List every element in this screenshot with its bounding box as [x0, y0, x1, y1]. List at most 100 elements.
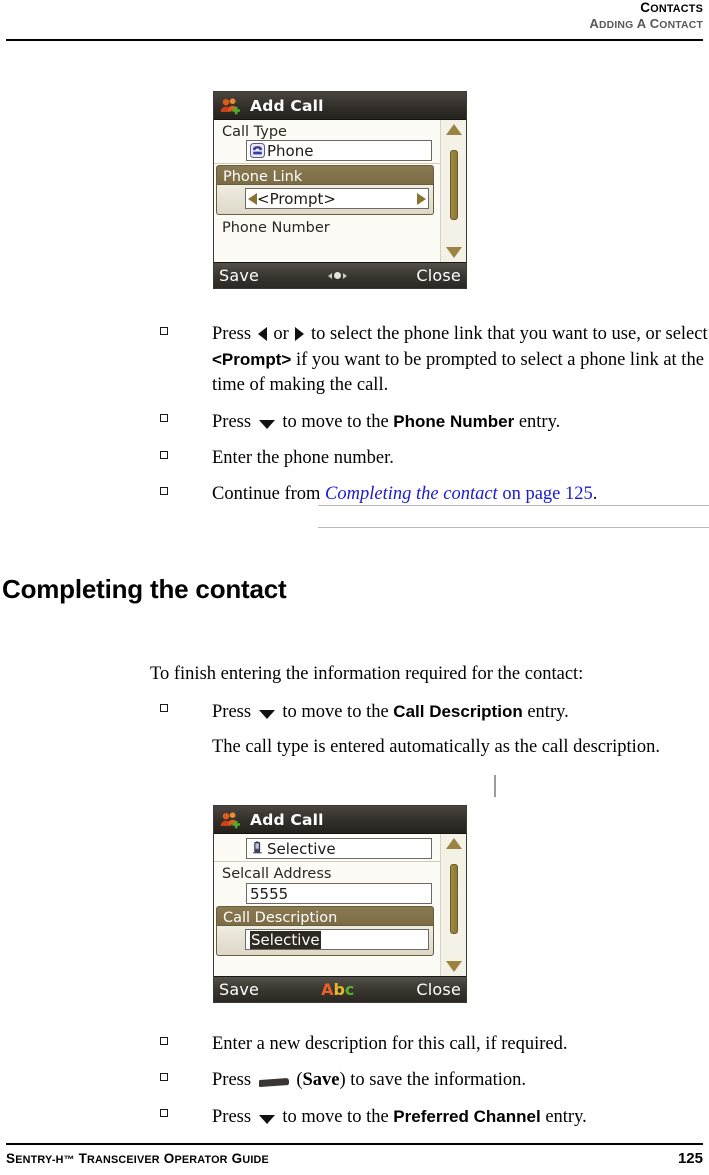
spinner-left-arrow-icon[interactable] — [248, 193, 257, 205]
list-item: Press to move to the Preferred Channel e… — [150, 1104, 709, 1130]
note-paragraph: The call type is entered automatically a… — [212, 737, 660, 757]
telephone-icon — [250, 143, 265, 158]
bullet-list-final-steps: Enter a new description for this call, i… — [150, 1032, 709, 1130]
bullet-square-icon — [160, 1037, 168, 1045]
page-footer: SENTRY-H™ TRANSCEIVER OPERATOR GUIDE 125 — [0, 1143, 709, 1175]
list-item: Press to move to the Phone Number entry. — [150, 409, 709, 435]
device-title-bar: Add Call — [214, 806, 466, 834]
device-field-list: Call Type Phone Phone Link <Prompt> Phon… — [214, 120, 440, 236]
softkey-close[interactable]: Close — [416, 266, 461, 285]
divider-rule-lower — [318, 527, 709, 528]
header-section-title-text: ADDING A CONTACT — [589, 16, 703, 31]
footer-guide-title: SENTRY-H™ TRANSCEIVER OPERATOR GUIDE — [6, 1151, 269, 1166]
field-separator — [214, 861, 440, 862]
device-softkey-bar: Save Close — [214, 262, 466, 288]
spinner-right-arrow-icon[interactable] — [417, 193, 426, 205]
field-value-call-type-selective[interactable]: Selective — [246, 838, 432, 859]
list-item-text: Press or to select the phone link that y… — [212, 324, 708, 395]
bullet-square-icon — [160, 451, 168, 459]
field-value-call-description-text: Selective — [250, 930, 321, 949]
field-value-selcall-address-text: 5555 — [250, 884, 289, 903]
ui-term: Phone Number — [393, 412, 515, 431]
bullet-list-phone-link-steps: Press or to select the phone link that y… — [150, 322, 709, 507]
scrollbar-thumb[interactable] — [450, 150, 458, 220]
arrow-right-icon — [295, 326, 305, 341]
device-title-text: Add Call — [250, 810, 324, 829]
softkey-close[interactable]: Close — [416, 980, 461, 999]
arrow-down-icon — [258, 710, 275, 720]
field-label-selcall-address: Selcall Address — [222, 866, 332, 882]
device-scrollbar[interactable] — [440, 120, 466, 262]
device-scrollbar[interactable] — [440, 834, 466, 976]
add-contact-icon — [219, 810, 241, 830]
bullet-square-icon — [160, 1073, 168, 1081]
bullet-square-icon — [160, 1109, 168, 1117]
list-item-text: Press to move to the Preferred Channel e… — [212, 1107, 587, 1127]
field-value-call-type-text: Selective — [267, 839, 336, 858]
add-contact-icon — [219, 96, 241, 116]
field-row-phone-link[interactable]: <Prompt> — [216, 185, 434, 215]
cross-reference-link[interactable]: Completing the contact — [325, 484, 498, 504]
softkey-save[interactable]: Save — [219, 980, 259, 999]
abc-icon: Abc — [321, 980, 355, 999]
arrow-left-icon — [257, 326, 267, 341]
header-rule — [6, 39, 703, 41]
bullet-square-icon — [160, 414, 168, 422]
handset-icon — [250, 841, 265, 856]
list-item: Press (Save) to save the information. — [150, 1068, 709, 1093]
device-body: Call Type Phone Phone Link <Prompt> Phon… — [214, 120, 466, 262]
page-title: Completing the contact — [2, 574, 287, 604]
field-value-phone-link[interactable]: <Prompt> — [245, 188, 429, 209]
softkey-bar-icon — [258, 1078, 289, 1088]
screenshot-add-call-phone-link: Add Call Call Type Phone Phone Link <Pro… — [213, 91, 467, 289]
list-item: Press to move to the Call Description en… — [150, 699, 709, 725]
field-label-call-description: Call Description — [216, 906, 434, 926]
ui-term: Preferred Channel — [393, 1107, 541, 1126]
bullet-square-icon — [160, 327, 168, 335]
page-number: 125 — [677, 1150, 703, 1167]
scroll-down-arrow-icon[interactable] — [446, 961, 462, 972]
field-value-call-type[interactable]: Phone — [246, 140, 432, 161]
field-label-phone-link: Phone Link — [216, 165, 434, 185]
device-softkey-bar: Save Abc Close — [214, 976, 466, 1002]
bullet-list-call-description-step: Press to move to the Call Description en… — [150, 699, 709, 725]
arrow-down-icon — [258, 420, 275, 430]
list-item-text: Enter the phone number. — [212, 448, 394, 468]
divider-rule-upper — [318, 505, 709, 506]
ui-term: Call Description — [393, 702, 523, 721]
list-item-text: Press to move to the Phone Number entry. — [212, 412, 561, 432]
intro-paragraph: To finish entering the information requi… — [150, 664, 584, 684]
arrow-down-icon — [258, 1115, 275, 1125]
list-item: Press or to select the phone link that y… — [150, 322, 709, 398]
softkey-term: Save — [302, 1070, 340, 1090]
scroll-down-arrow-icon[interactable] — [446, 247, 462, 258]
scroll-up-arrow-icon[interactable] — [446, 124, 462, 135]
bullet-square-icon — [160, 704, 168, 712]
list-item-text: Continue from Completing the contact on … — [212, 484, 598, 504]
page-header: CONTACTS ADDING A CONTACT — [0, 0, 709, 42]
field-row-call-description[interactable]: Selective — [216, 926, 434, 956]
scroll-up-arrow-icon[interactable] — [446, 838, 462, 849]
field-value-call-description[interactable]: Selective — [245, 929, 429, 950]
list-item: Enter the phone number. — [150, 446, 709, 471]
device-field-list: Selective Selcall Address 5555 Call Desc… — [214, 834, 440, 956]
field-label-call-type: Call Type — [222, 124, 287, 140]
device-title-bar: Add Call — [214, 92, 466, 120]
header-section-title: ADDING A CONTACT — [589, 16, 703, 31]
list-item-text: Press to move to the Call Description en… — [212, 702, 569, 722]
footer-rule — [6, 1143, 703, 1145]
field-value-selcall-address[interactable]: 5555 — [246, 883, 432, 904]
nav-dots-icon — [328, 272, 348, 279]
softkey-save[interactable]: Save — [219, 266, 259, 285]
field-separator — [214, 163, 440, 164]
footer-guide-title-text: SENTRY-H™ TRANSCEIVER OPERATOR GUIDE — [6, 1151, 269, 1166]
change-bar — [494, 775, 496, 797]
list-item: Continue from Completing the contact on … — [150, 482, 709, 507]
list-item-text: Enter a new description for this call, i… — [212, 1034, 568, 1054]
screenshot-add-call-call-description: Add Call Selective Selcall Address 5555 — [213, 805, 467, 1003]
cross-reference-page[interactable]: on page 125 — [498, 484, 592, 504]
field-label-phone-number: Phone Number — [222, 220, 330, 236]
device-body: Selective Selcall Address 5555 Call Desc… — [214, 834, 466, 976]
scrollbar-thumb[interactable] — [450, 864, 458, 934]
ui-term: <Prompt> — [212, 350, 292, 369]
